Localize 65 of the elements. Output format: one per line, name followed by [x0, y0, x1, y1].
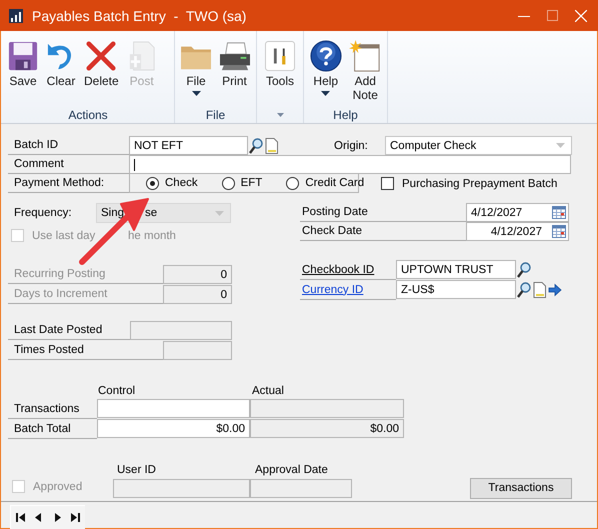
document-icon [128, 40, 156, 70]
group-label: Actions [68, 108, 108, 122]
input-field[interactable]: UPTOWN TRUST [396, 260, 516, 279]
amount-field[interactable]: $0.00 [97, 419, 250, 438]
delete-button[interactable]: Delete [82, 37, 121, 107]
column-header: User ID [117, 464, 157, 476]
field-label: Frequency: [13, 206, 73, 220]
close-icon[interactable] [575, 10, 587, 22]
checkbox: Approved [12, 480, 82, 493]
lookup-icon[interactable] [517, 282, 531, 298]
new-note-icon [349, 40, 382, 72]
calendar-icon[interactable] [552, 225, 566, 238]
date-value: 4/12/2027 [471, 206, 522, 218]
save-button[interactable]: Save [6, 37, 40, 107]
column-header: Approval Date [255, 464, 328, 476]
delete-x-icon [86, 40, 116, 70]
transactions-button[interactable]: Transactions [470, 478, 572, 498]
calendar-icon[interactable] [552, 206, 566, 219]
radio-button[interactable]: Check [146, 176, 198, 190]
checkbox[interactable]: Purchasing Prepayment Batch [381, 174, 558, 193]
help-icon [310, 40, 342, 72]
file-button[interactable]: File [179, 37, 213, 107]
caret-icon [215, 210, 224, 216]
column-header: Control [98, 385, 136, 397]
number-field: 0 [163, 265, 232, 284]
right-arrow-icon[interactable] [548, 283, 562, 297]
group-label: Help [333, 108, 358, 122]
group-label: File [206, 108, 226, 122]
tools-icon [265, 40, 295, 70]
date-value: 4/12/2027 [490, 226, 542, 238]
input-field[interactable]: Z-US$ [396, 280, 516, 299]
date-field[interactable]: 4/12/2027 [466, 203, 569, 222]
note-icon[interactable] [265, 138, 278, 154]
field-label: Payment Method: [8, 174, 129, 193]
date-field[interactable]: 4/12/2027 [466, 222, 569, 241]
radio-button[interactable]: EFT [222, 176, 262, 190]
amount-field[interactable] [97, 399, 250, 418]
group-launcher-icon[interactable] [276, 113, 284, 117]
origin-dropdown[interactable]: Computer Check [385, 136, 572, 155]
last-record-icon[interactable] [69, 512, 81, 523]
clear-button[interactable]: Clear [44, 37, 78, 107]
column-header: Actual [252, 385, 284, 397]
caret-icon [321, 91, 330, 96]
checkbox: Use last day he month [11, 229, 176, 242]
amount-field: $0.00 [250, 419, 404, 438]
tools-button[interactable]: Tools [263, 37, 297, 107]
input-field[interactable]: NOT EFT [129, 136, 248, 155]
first-record-icon[interactable] [15, 512, 27, 523]
help-button[interactable]: Help [308, 37, 344, 107]
window-title: Payables Batch Entry - TWO (sa) [32, 8, 246, 24]
note-button[interactable]: Add Note [348, 37, 383, 107]
text-cursor [134, 158, 135, 170]
app-icon [9, 8, 23, 22]
number-field: 0 [163, 285, 232, 304]
field-label: Origin: [333, 138, 369, 154]
print-button[interactable]: Print [217, 37, 252, 107]
printer-icon [218, 40, 252, 70]
field-label: Check Date [300, 222, 466, 241]
note-icon[interactable] [533, 282, 546, 298]
readonly-field [163, 341, 232, 360]
caret-icon [192, 91, 200, 96]
caret-icon [556, 143, 565, 148]
radio-button[interactable]: Credit Card [286, 176, 364, 190]
lookup-icon[interactable] [249, 138, 263, 154]
lookup-icon[interactable] [517, 262, 531, 278]
